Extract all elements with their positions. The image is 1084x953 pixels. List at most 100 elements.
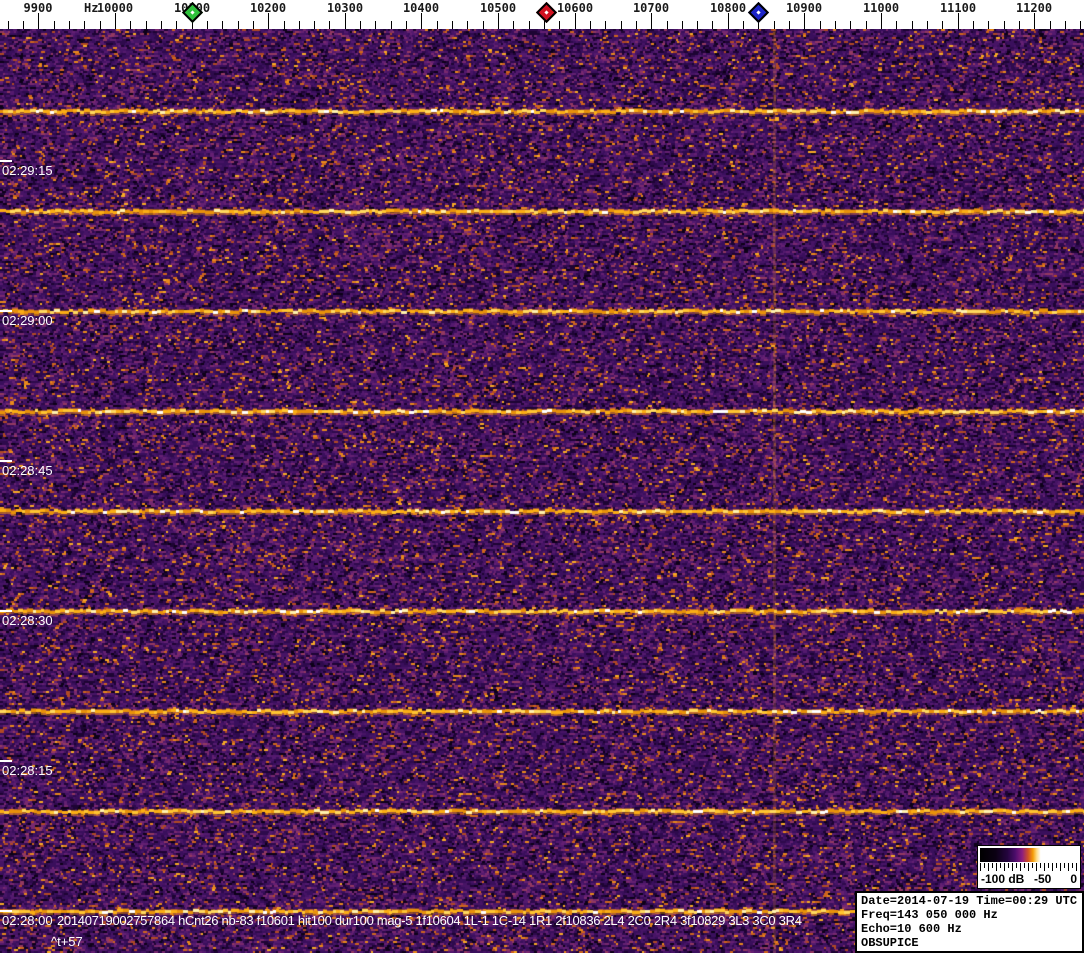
freq-minor-tick: [314, 21, 315, 29]
time-tick: [0, 910, 12, 912]
freq-minor-tick: [712, 21, 713, 29]
db-colorbar-legend: -100 dB -50 0: [977, 845, 1081, 889]
cursor-position-text: ^t+57: [51, 934, 83, 949]
freq-major-tick: [345, 13, 346, 29]
freq-minor-tick: [1050, 21, 1051, 29]
freq-minor-tick: [146, 21, 147, 29]
freq-minor-tick: [697, 21, 698, 29]
freq-minor-tick: [529, 21, 530, 29]
freq-minor-tick: [100, 21, 101, 29]
freq-minor-tick: [452, 21, 453, 29]
time-label: 02:28:00: [2, 913, 53, 928]
freq-minor-tick: [1019, 21, 1020, 29]
info-date-time: Date=2014-07-19 Time=00:29 UTC: [861, 894, 1078, 908]
freq-minor-tick: [238, 21, 239, 29]
colorbar-ticks: [980, 863, 1078, 871]
freq-minor-tick: [437, 21, 438, 29]
spectrogram-app: { "chart_data": { "type": "heatmap", "de…: [0, 0, 1084, 953]
freq-minor-tick: [8, 21, 9, 29]
freq-minor-tick: [605, 21, 606, 29]
freq-axis-label: 10900: [785, 1, 823, 15]
freq-major-tick: [958, 13, 959, 29]
freq-minor-tick: [284, 21, 285, 29]
time-label: 02:28:30: [2, 613, 53, 628]
freq-minor-tick: [912, 21, 913, 29]
freq-minor-tick: [391, 21, 392, 29]
freq-minor-tick: [835, 21, 836, 29]
freq-axis-label: 10000: [96, 1, 134, 15]
freq-minor-tick: [559, 21, 560, 29]
time-tick: [0, 460, 12, 462]
time-tick: [0, 310, 12, 312]
freq-minor-tick: [942, 21, 943, 29]
freq-major-tick: [728, 13, 729, 29]
freq-minor-tick: [866, 21, 867, 29]
freq-minor-tick: [161, 21, 162, 29]
freq-minor-tick: [360, 21, 361, 29]
freq-minor-tick: [1065, 21, 1066, 29]
colorbar-label-min: -100 dB: [981, 872, 1025, 886]
freq-minor-tick: [850, 21, 851, 29]
freq-axis-label: 10200: [249, 1, 287, 15]
freq-minor-tick: [682, 21, 683, 29]
freq-axis-label: 10800: [709, 1, 747, 15]
time-label: 02:28:15: [2, 763, 53, 778]
freq-major-tick: [575, 13, 576, 29]
freq-minor-tick: [54, 21, 55, 29]
freq-axis-label: 10700: [632, 1, 670, 15]
freq-minor-tick: [222, 21, 223, 29]
freq-major-tick: [421, 13, 422, 29]
freq-minor-tick: [789, 21, 790, 29]
colorbar-gradient: [980, 848, 1078, 862]
freq-minor-tick: [483, 21, 484, 29]
freq-major-tick: [1034, 13, 1035, 29]
freq-minor-tick: [988, 21, 989, 29]
freq-minor-tick: [1004, 21, 1005, 29]
freq-minor-tick: [406, 21, 407, 29]
freq-axis-label: 10600: [556, 1, 594, 15]
freq-major-tick: [115, 13, 116, 29]
colorbar-label-max: 0: [1070, 872, 1077, 886]
colorbar-label-mid: -50: [1034, 872, 1052, 886]
freq-axis-label: 10500: [479, 1, 517, 15]
freq-minor-tick: [636, 21, 637, 29]
spectrogram-waterfall: [0, 29, 1084, 953]
freq-minor-tick: [621, 21, 622, 29]
freq-axis-label: 11100: [939, 1, 977, 15]
freq-minor-tick: [467, 21, 468, 29]
time-label: 02:28:45: [2, 463, 53, 478]
freq-minor-tick: [927, 21, 928, 29]
freq-major-tick: [38, 13, 39, 29]
freq-axis-label: 9900: [23, 1, 53, 15]
freq-minor-tick: [329, 21, 330, 29]
freq-axis-label: 10400: [402, 1, 440, 15]
time-tick: [0, 160, 12, 162]
freq-major-tick: [268, 13, 269, 29]
freq-minor-tick: [253, 21, 254, 29]
freq-minor-tick: [513, 21, 514, 29]
freq-major-tick: [651, 13, 652, 29]
freq-major-tick: [804, 13, 805, 29]
time-tick: [0, 760, 12, 762]
time-label: 02:29:00: [2, 313, 53, 328]
freq-axis-label: 11000: [862, 1, 900, 15]
freq-minor-tick: [23, 21, 24, 29]
freq-minor-tick: [667, 21, 668, 29]
freq-minor-tick: [176, 21, 177, 29]
freq-minor-tick: [973, 21, 974, 29]
freq-minor-tick: [1080, 21, 1081, 29]
freq-major-tick: [498, 13, 499, 29]
time-tick: [0, 610, 12, 612]
freq-major-tick: [881, 13, 882, 29]
freq-minor-tick: [207, 21, 208, 29]
freq-minor-tick: [299, 21, 300, 29]
freq-minor-tick: [69, 21, 70, 29]
info-echo: Echo=10 600 Hz: [861, 922, 962, 936]
freq-minor-tick: [896, 21, 897, 29]
freq-axis-label: 10300: [326, 1, 364, 15]
freq-axis-label: 11200: [1015, 1, 1053, 15]
freq-minor-tick: [820, 21, 821, 29]
info-frequency: Freq=143 050 000 Hz: [861, 908, 998, 922]
info-station: OBSUPICE: [861, 936, 919, 950]
freq-minor-tick: [375, 21, 376, 29]
